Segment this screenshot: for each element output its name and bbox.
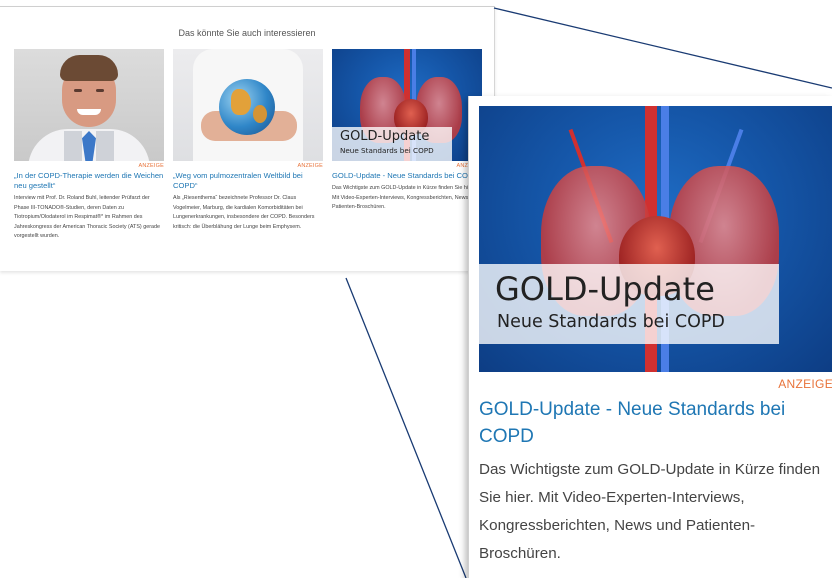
zoom-headline-link[interactable]: GOLD-Update - Neue Standards bei COPD [479, 396, 819, 450]
image-title: GOLD-Update [495, 270, 715, 308]
zoom-description: Das Wichtigste zum GOLD-Update in Kürze … [479, 461, 821, 562]
ad-label: ANZEIGE [778, 377, 832, 391]
zoom-callout-gold-update[interactable]: GOLD-Update Neue Standards bei COPD ANZE… [468, 96, 832, 578]
image-subtitle: Neue Standards bei COPD [497, 312, 725, 332]
anatomy-image-large[interactable]: GOLD-Update Neue Standards bei COPD [479, 106, 832, 372]
